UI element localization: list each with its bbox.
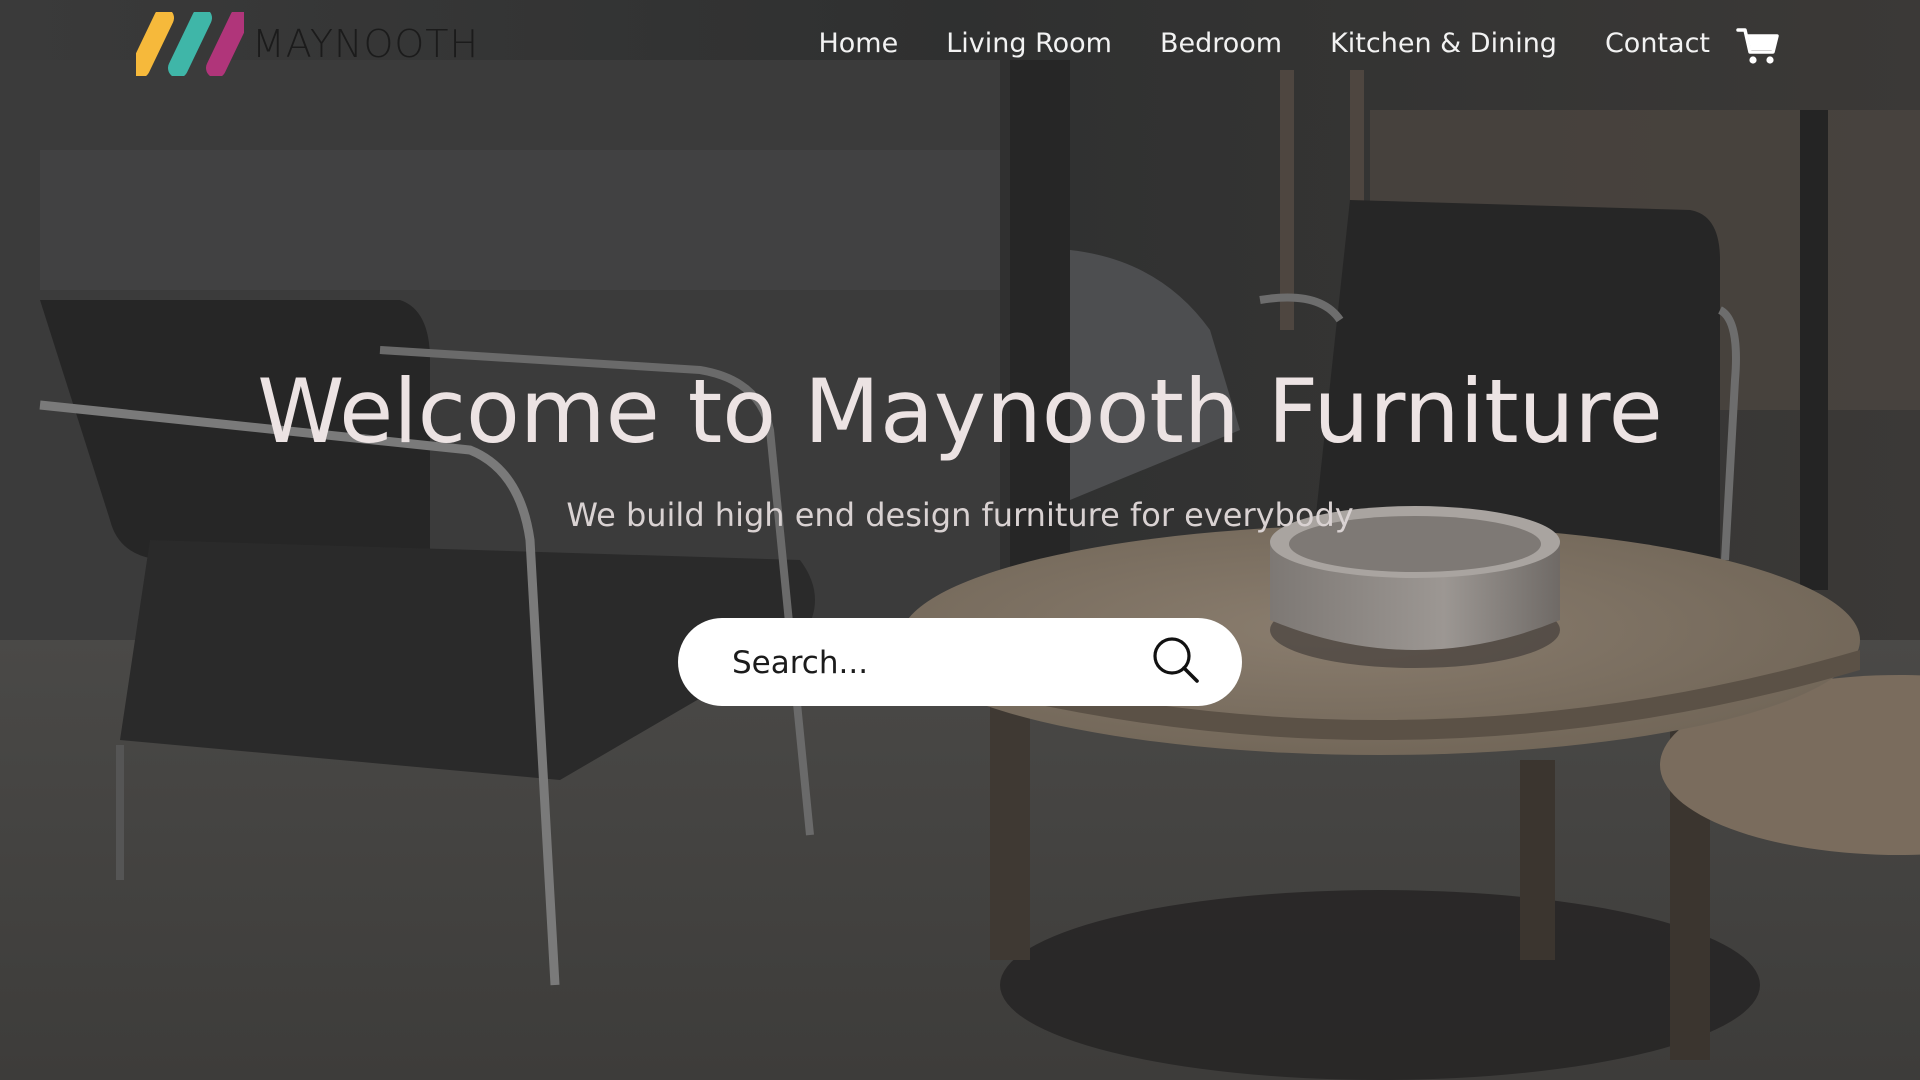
site-header: MAYNOOTH Home Living Room Bedroom Kitche… [0, 0, 1920, 92]
nav-item-bedroom[interactable]: Bedroom [1160, 22, 1282, 66]
search-input[interactable] [730, 634, 1134, 692]
hero-background-image [0, 0, 1920, 1080]
search-bar [678, 618, 1242, 706]
hero-subtitle: We build high end design furniture for e… [566, 496, 1354, 534]
nav-item-kitchen-dining[interactable]: Kitchen & Dining [1330, 22, 1557, 66]
cart-icon[interactable] [1736, 26, 1780, 66]
nav-item-home[interactable]: Home [818, 22, 898, 66]
nav-item-living-room[interactable]: Living Room [946, 22, 1112, 66]
brand-name: MAYNOOTH [252, 22, 480, 66]
brand-logo[interactable]: MAYNOOTH [136, 12, 479, 76]
main-nav: Home Living Room Bedroom Kitchen & Dinin… [770, 22, 1710, 66]
nav-item-contact[interactable]: Contact [1605, 22, 1710, 66]
logo-mark-icon [136, 12, 244, 76]
page: MAYNOOTH Home Living Room Bedroom Kitche… [0, 0, 1920, 1080]
search-icon[interactable] [1150, 634, 1204, 688]
hero-title: Welcome to Maynooth Furniture [257, 360, 1663, 463]
